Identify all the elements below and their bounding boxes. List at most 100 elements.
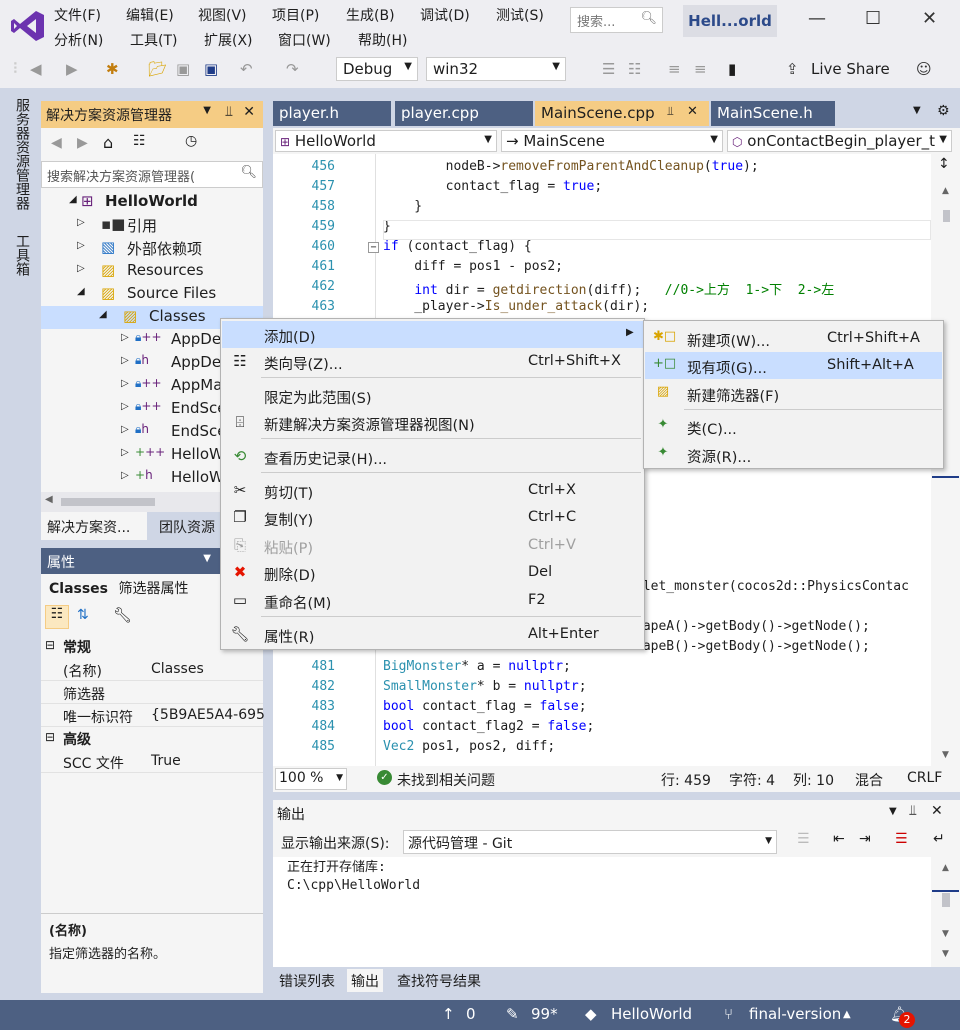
- branch-icon[interactable]: ⑂: [724, 1005, 733, 1023]
- submenu-item-class[interactable]: ✦ 类(C)...: [645, 413, 942, 440]
- platform-select[interactable]: win32 ▼: [426, 57, 566, 81]
- new-project-icon[interactable]: ✱: [106, 60, 119, 78]
- tree-item-references[interactable]: ▷ ▪■ 引用: [41, 214, 263, 237]
- submenu-item-resource[interactable]: ✦ 资源(R)...: [645, 441, 942, 468]
- property-row[interactable]: 唯一标识符 {5B9AE5A4-695: [41, 704, 265, 727]
- pencil-icon[interactable]: ✎: [506, 1005, 519, 1023]
- pin-icon[interactable]: ⫫: [225, 104, 233, 120]
- pin-icon[interactable]: ⫫: [909, 803, 917, 819]
- arrow-up-icon[interactable]: ↑: [442, 1005, 455, 1023]
- minimize-icon[interactable]: —: [808, 8, 826, 29]
- char-indicator[interactable]: 字符: 4: [729, 770, 775, 790]
- expand-icon[interactable]: ▷: [121, 424, 129, 435]
- home-icon[interactable]: ⌂: [103, 133, 113, 152]
- property-pages-icon[interactable]: 🔧︎: [113, 606, 132, 624]
- pending-changes-count[interactable]: 99*: [531, 1005, 558, 1023]
- close-icon[interactable]: ✕: [687, 104, 698, 119]
- menu-project[interactable]: 项目(P): [272, 5, 319, 25]
- back-icon[interactable]: ◀: [30, 60, 42, 78]
- scroll-thumb[interactable]: [942, 893, 950, 907]
- tab-list-icon[interactable]: ▼: [913, 105, 921, 116]
- property-value[interactable]: {5B9AE5A4-695: [151, 707, 265, 723]
- config-select[interactable]: Debug ▼: [336, 57, 418, 81]
- expand-icon[interactable]: ▷: [121, 470, 129, 481]
- scroll-down-icon[interactable]: ▼: [942, 949, 949, 959]
- col-indicator[interactable]: 列: 10: [793, 770, 834, 790]
- menu-extensions[interactable]: 扩展(X): [204, 30, 253, 50]
- tab-mainscene-cpp[interactable]: MainScene.cpp ⫫ ✕: [535, 101, 709, 126]
- tab-find-symbol-results[interactable]: 查找符号结果: [393, 969, 485, 992]
- expand-icon[interactable]: ▷: [121, 401, 129, 412]
- settings-gear-icon[interactable]: ⚙: [937, 103, 950, 119]
- word-wrap-icon[interactable]: ↵: [933, 831, 945, 847]
- alphabetical-icon[interactable]: ⇅: [77, 607, 89, 623]
- menu-item-copy[interactable]: ❐ 复制(Y) Ctrl+C: [222, 504, 643, 531]
- menu-item-delete[interactable]: ✖ 删除(D) Del: [222, 559, 643, 586]
- solution-search-input[interactable]: 搜索解决方案资源管理器( 🔍︎: [41, 161, 263, 188]
- property-value[interactable]: Classes: [151, 661, 204, 677]
- split-icon[interactable]: ↕: [938, 156, 950, 172]
- expand-icon[interactable]: ▷: [77, 263, 85, 274]
- nav-member-select[interactable]: ⬡ onContactBegin_player_t ▼: [727, 130, 952, 152]
- close-icon[interactable]: ✕: [922, 8, 937, 29]
- tab-mainscene-h[interactable]: MainScene.h: [711, 101, 835, 126]
- menu-window[interactable]: 窗口(W): [278, 30, 331, 50]
- tree-item-resources[interactable]: ▷ ▨ Resources: [41, 260, 263, 283]
- share-icon[interactable]: ⇪: [786, 60, 799, 78]
- expand-icon[interactable]: ▷: [121, 447, 129, 458]
- expand-icon[interactable]: ▷: [121, 378, 129, 389]
- solution-name-badge[interactable]: Hell...orld: [683, 5, 777, 37]
- close-icon[interactable]: ✕: [931, 803, 943, 819]
- uncomment-icon[interactable]: ≡: [694, 60, 707, 78]
- nav-class-select[interactable]: → MainScene ▼: [501, 130, 723, 152]
- menu-item-properties[interactable]: 🔧︎ 属性(R) Alt+Enter: [222, 621, 643, 648]
- menu-item-history[interactable]: ⟲ 查看历史记录(H)...: [222, 443, 643, 470]
- tab-player-cpp[interactable]: player.cpp: [395, 101, 533, 126]
- property-row[interactable]: SCC 文件 True: [41, 750, 263, 773]
- submenu-item-new-item[interactable]: ✱□ 新建项(W)... Ctrl+Shift+A: [645, 325, 942, 352]
- pin-icon[interactable]: ⫫: [667, 104, 674, 119]
- expand-icon[interactable]: ▷: [77, 240, 85, 251]
- next-message-icon[interactable]: ⇥: [859, 831, 871, 847]
- close-icon[interactable]: ✕: [243, 104, 255, 120]
- scroll-down-icon[interactable]: ▼: [942, 929, 949, 939]
- tree-item-source-files[interactable]: ◢ ▨ Source Files: [41, 283, 263, 306]
- scroll-left-icon[interactable]: ◀: [45, 494, 53, 505]
- collapse-icon[interactable]: ⊟: [45, 638, 55, 652]
- prev-message-icon[interactable]: ⇤: [833, 831, 845, 847]
- nav-project-select[interactable]: ⊞ HelloWorld ▼: [275, 130, 497, 152]
- bookmark-icon[interactable]: ▮: [728, 60, 736, 78]
- line-indicator[interactable]: 行: 459: [661, 770, 711, 790]
- property-value[interactable]: True: [151, 753, 181, 769]
- collapse-icon[interactable]: ◢: [99, 309, 107, 320]
- menu-test[interactable]: 测试(S): [496, 5, 544, 25]
- dropdown-icon[interactable]: ▼: [889, 806, 897, 817]
- open-folder-icon[interactable]: 📂︎: [148, 60, 167, 78]
- output-text[interactable]: 正在打开存储库: C:\cpp\HelloWorld: [273, 857, 931, 967]
- menu-item-cut[interactable]: ✂ 剪切(T) Ctrl+X: [222, 477, 643, 504]
- comment-icon[interactable]: ≡: [668, 60, 681, 78]
- tab-solution-explorer[interactable]: 解决方案资...: [41, 512, 147, 540]
- menu-view[interactable]: 视图(V): [198, 5, 247, 25]
- menu-file[interactable]: 文件(F): [54, 5, 101, 25]
- tab-player-h[interactable]: player.h: [273, 101, 391, 126]
- toolbox-tab[interactable]: 工具箱: [12, 234, 32, 276]
- collapse-icon[interactable]: ◢: [77, 286, 85, 297]
- repo-icon[interactable]: ◆: [585, 1005, 597, 1023]
- maximize-icon[interactable]: ☐: [865, 8, 881, 29]
- repo-name[interactable]: HelloWorld: [611, 1005, 692, 1023]
- zoom-select[interactable]: 100 % ▼: [275, 768, 347, 790]
- section-advanced[interactable]: ⊟ 高级: [41, 727, 263, 750]
- submenu-item-existing-item[interactable]: +□ 现有项(G)... Shift+Alt+A: [645, 352, 942, 379]
- output-vertical-scrollbar[interactable]: ▲ ▼ ▼: [931, 857, 960, 967]
- save-icon[interactable]: ▣: [176, 60, 190, 78]
- unpushed-count[interactable]: 0: [466, 1005, 476, 1023]
- tab-output[interactable]: 输出: [347, 969, 383, 992]
- expand-icon[interactable]: ▷: [121, 355, 129, 366]
- menu-analyze[interactable]: 分析(N): [54, 30, 103, 50]
- menu-tools[interactable]: 工具(T): [130, 30, 177, 50]
- menu-item-add[interactable]: 添加(D) ▶: [222, 321, 643, 348]
- eol-indicator[interactable]: CRLF: [907, 770, 942, 786]
- scroll-thumb[interactable]: [61, 498, 155, 506]
- issues-text[interactable]: 未找到相关问题: [397, 770, 495, 790]
